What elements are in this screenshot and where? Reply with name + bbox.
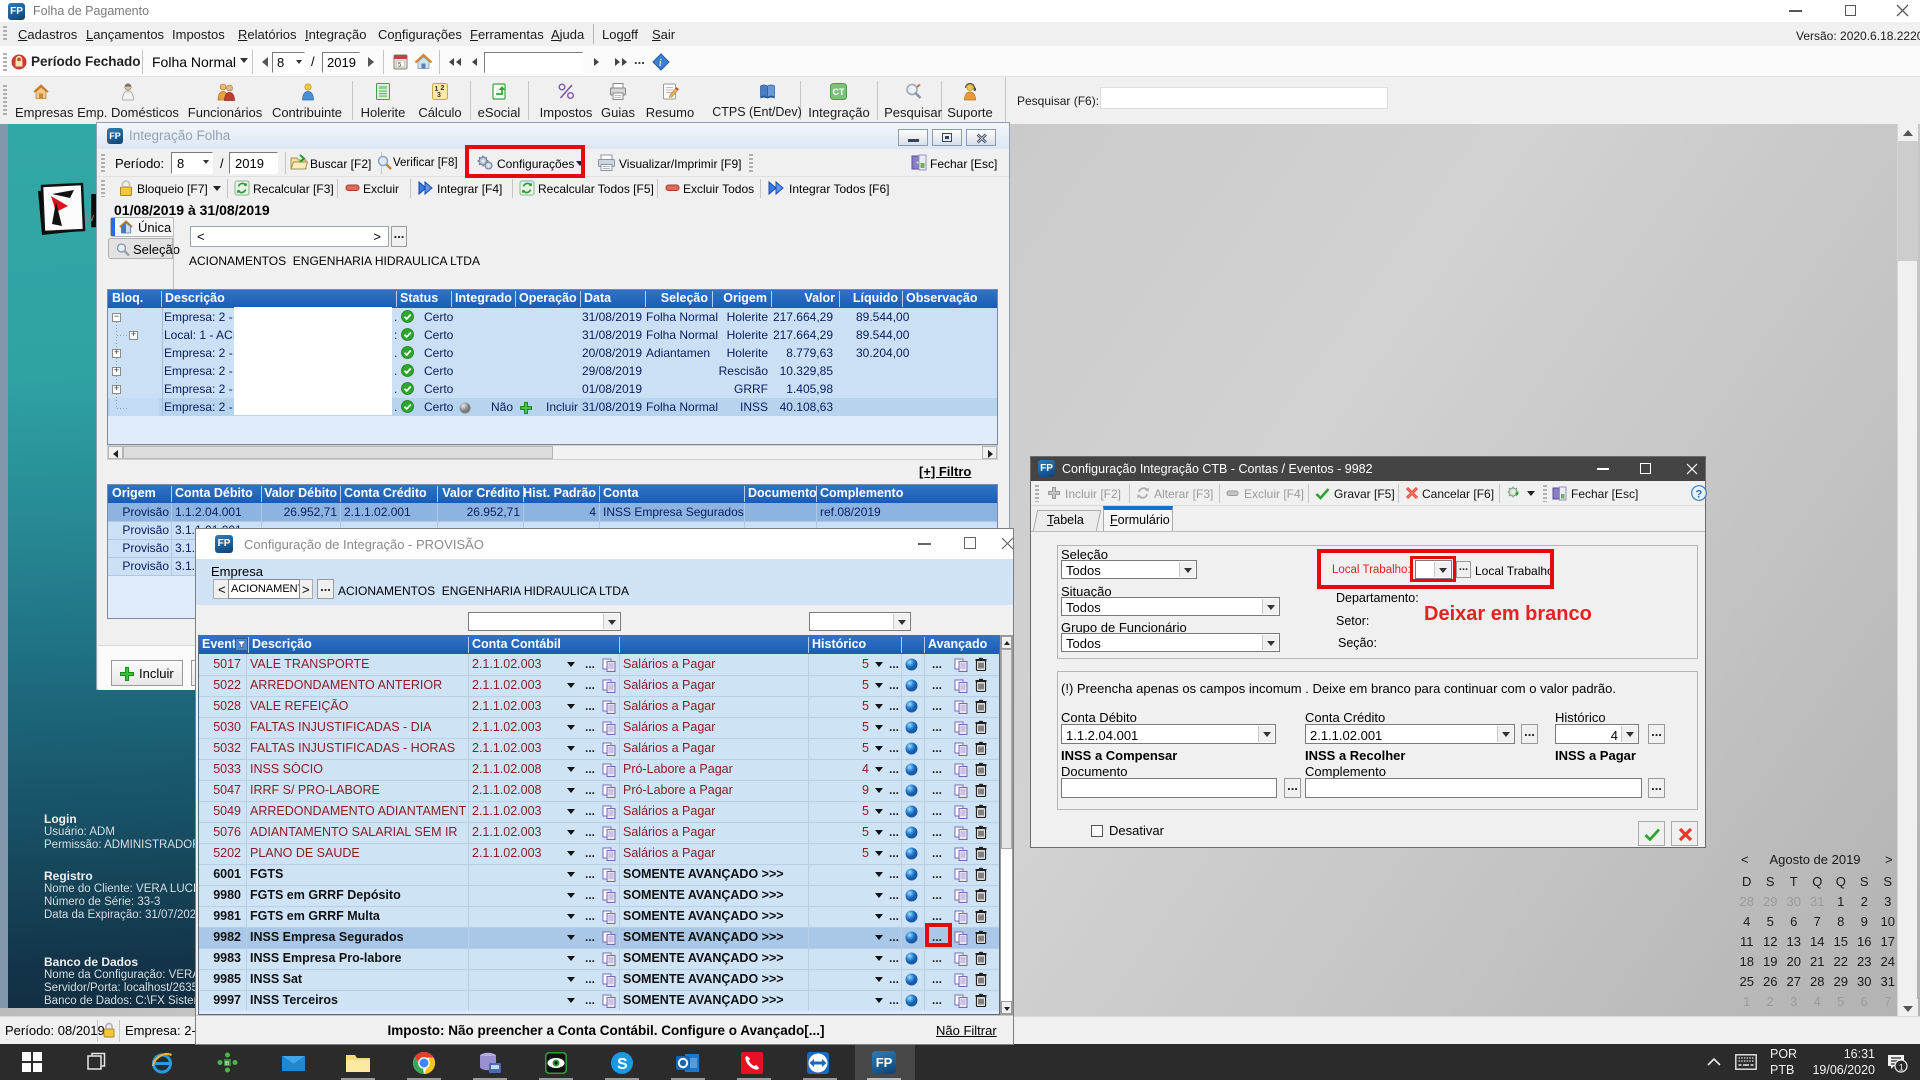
svg-text:?: ? [1696, 489, 1703, 501]
svg-text:IB: IB [225, 1061, 230, 1067]
svg-text:1: 1 [1899, 1063, 1904, 1073]
svg-text:i: i [659, 57, 662, 69]
svg-text:CT: CT [833, 87, 845, 97]
svg-text:3: 3 [437, 92, 441, 99]
svg-text:2: 2 [441, 85, 445, 92]
svg-text:S: S [617, 1056, 628, 1073]
